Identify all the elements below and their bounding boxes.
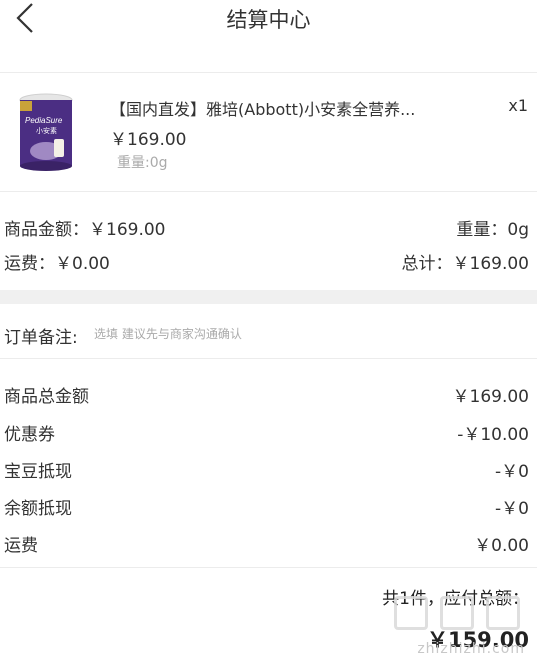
product-name[interactable]: 【国内直发】雅培(Abbott)小安素全营养...	[110, 96, 455, 120]
summary-value-balance: -￥0	[495, 499, 529, 519]
header: 结算中心	[0, 0, 537, 40]
section-separator	[0, 290, 537, 304]
watermark-logo	[440, 596, 474, 630]
summary-value-goods-total: ￥169.00	[452, 387, 529, 407]
order-remark-input[interactable]	[94, 323, 474, 345]
shipping-label: 运费：	[4, 254, 55, 274]
order-remark-label: 订单备注:	[4, 328, 78, 348]
watermark-logo	[486, 596, 520, 630]
page-title: 结算中心	[226, 8, 311, 32]
weight-total: 重量：0g	[456, 215, 529, 240]
shipping-fee: 运费：￥0.00	[4, 249, 110, 274]
summary-value-shipping: ￥0.00	[474, 536, 529, 556]
total-value: ￥169.00	[452, 254, 529, 274]
product-quantity: x1	[508, 96, 528, 115]
weight-value: 0g	[507, 220, 529, 240]
divider	[0, 567, 537, 568]
weight-label: 重量：	[456, 220, 508, 240]
divider	[0, 72, 537, 73]
product-weight: 重量:0g	[117, 155, 168, 171]
goods-amount: 商品金额：￥169.00	[4, 215, 165, 240]
product-price: ￥169.00	[110, 130, 187, 150]
divider	[0, 358, 537, 359]
total-label: 总计：	[401, 254, 453, 274]
summary-label-shipping: 运费	[4, 536, 38, 556]
svg-text:PediaSure: PediaSure	[25, 116, 63, 125]
order-total: 总计：￥169.00	[402, 249, 529, 274]
divider	[0, 191, 537, 192]
summary-label-goods-total: 商品总金额	[4, 387, 89, 407]
svg-text:小安素: 小安素	[36, 126, 57, 135]
summary-value-beans: -￥0	[495, 462, 529, 482]
watermark-logo	[394, 596, 428, 630]
summary-value-coupon[interactable]: -￥10.00	[457, 420, 529, 445]
shipping-value: ￥0.00	[55, 254, 110, 274]
goods-amount-label: 商品金额：	[4, 220, 89, 240]
summary-label-balance: 余额抵现	[4, 499, 72, 519]
product-can-image[interactable]: PediaSure 小安素	[16, 93, 76, 171]
summary-label-coupon[interactable]: 优惠券	[4, 420, 55, 445]
summary-label-beans: 宝豆抵现	[4, 462, 72, 482]
watermark-text: zhizhizhi.com	[417, 641, 525, 657]
goods-amount-value: ￥169.00	[89, 220, 166, 240]
